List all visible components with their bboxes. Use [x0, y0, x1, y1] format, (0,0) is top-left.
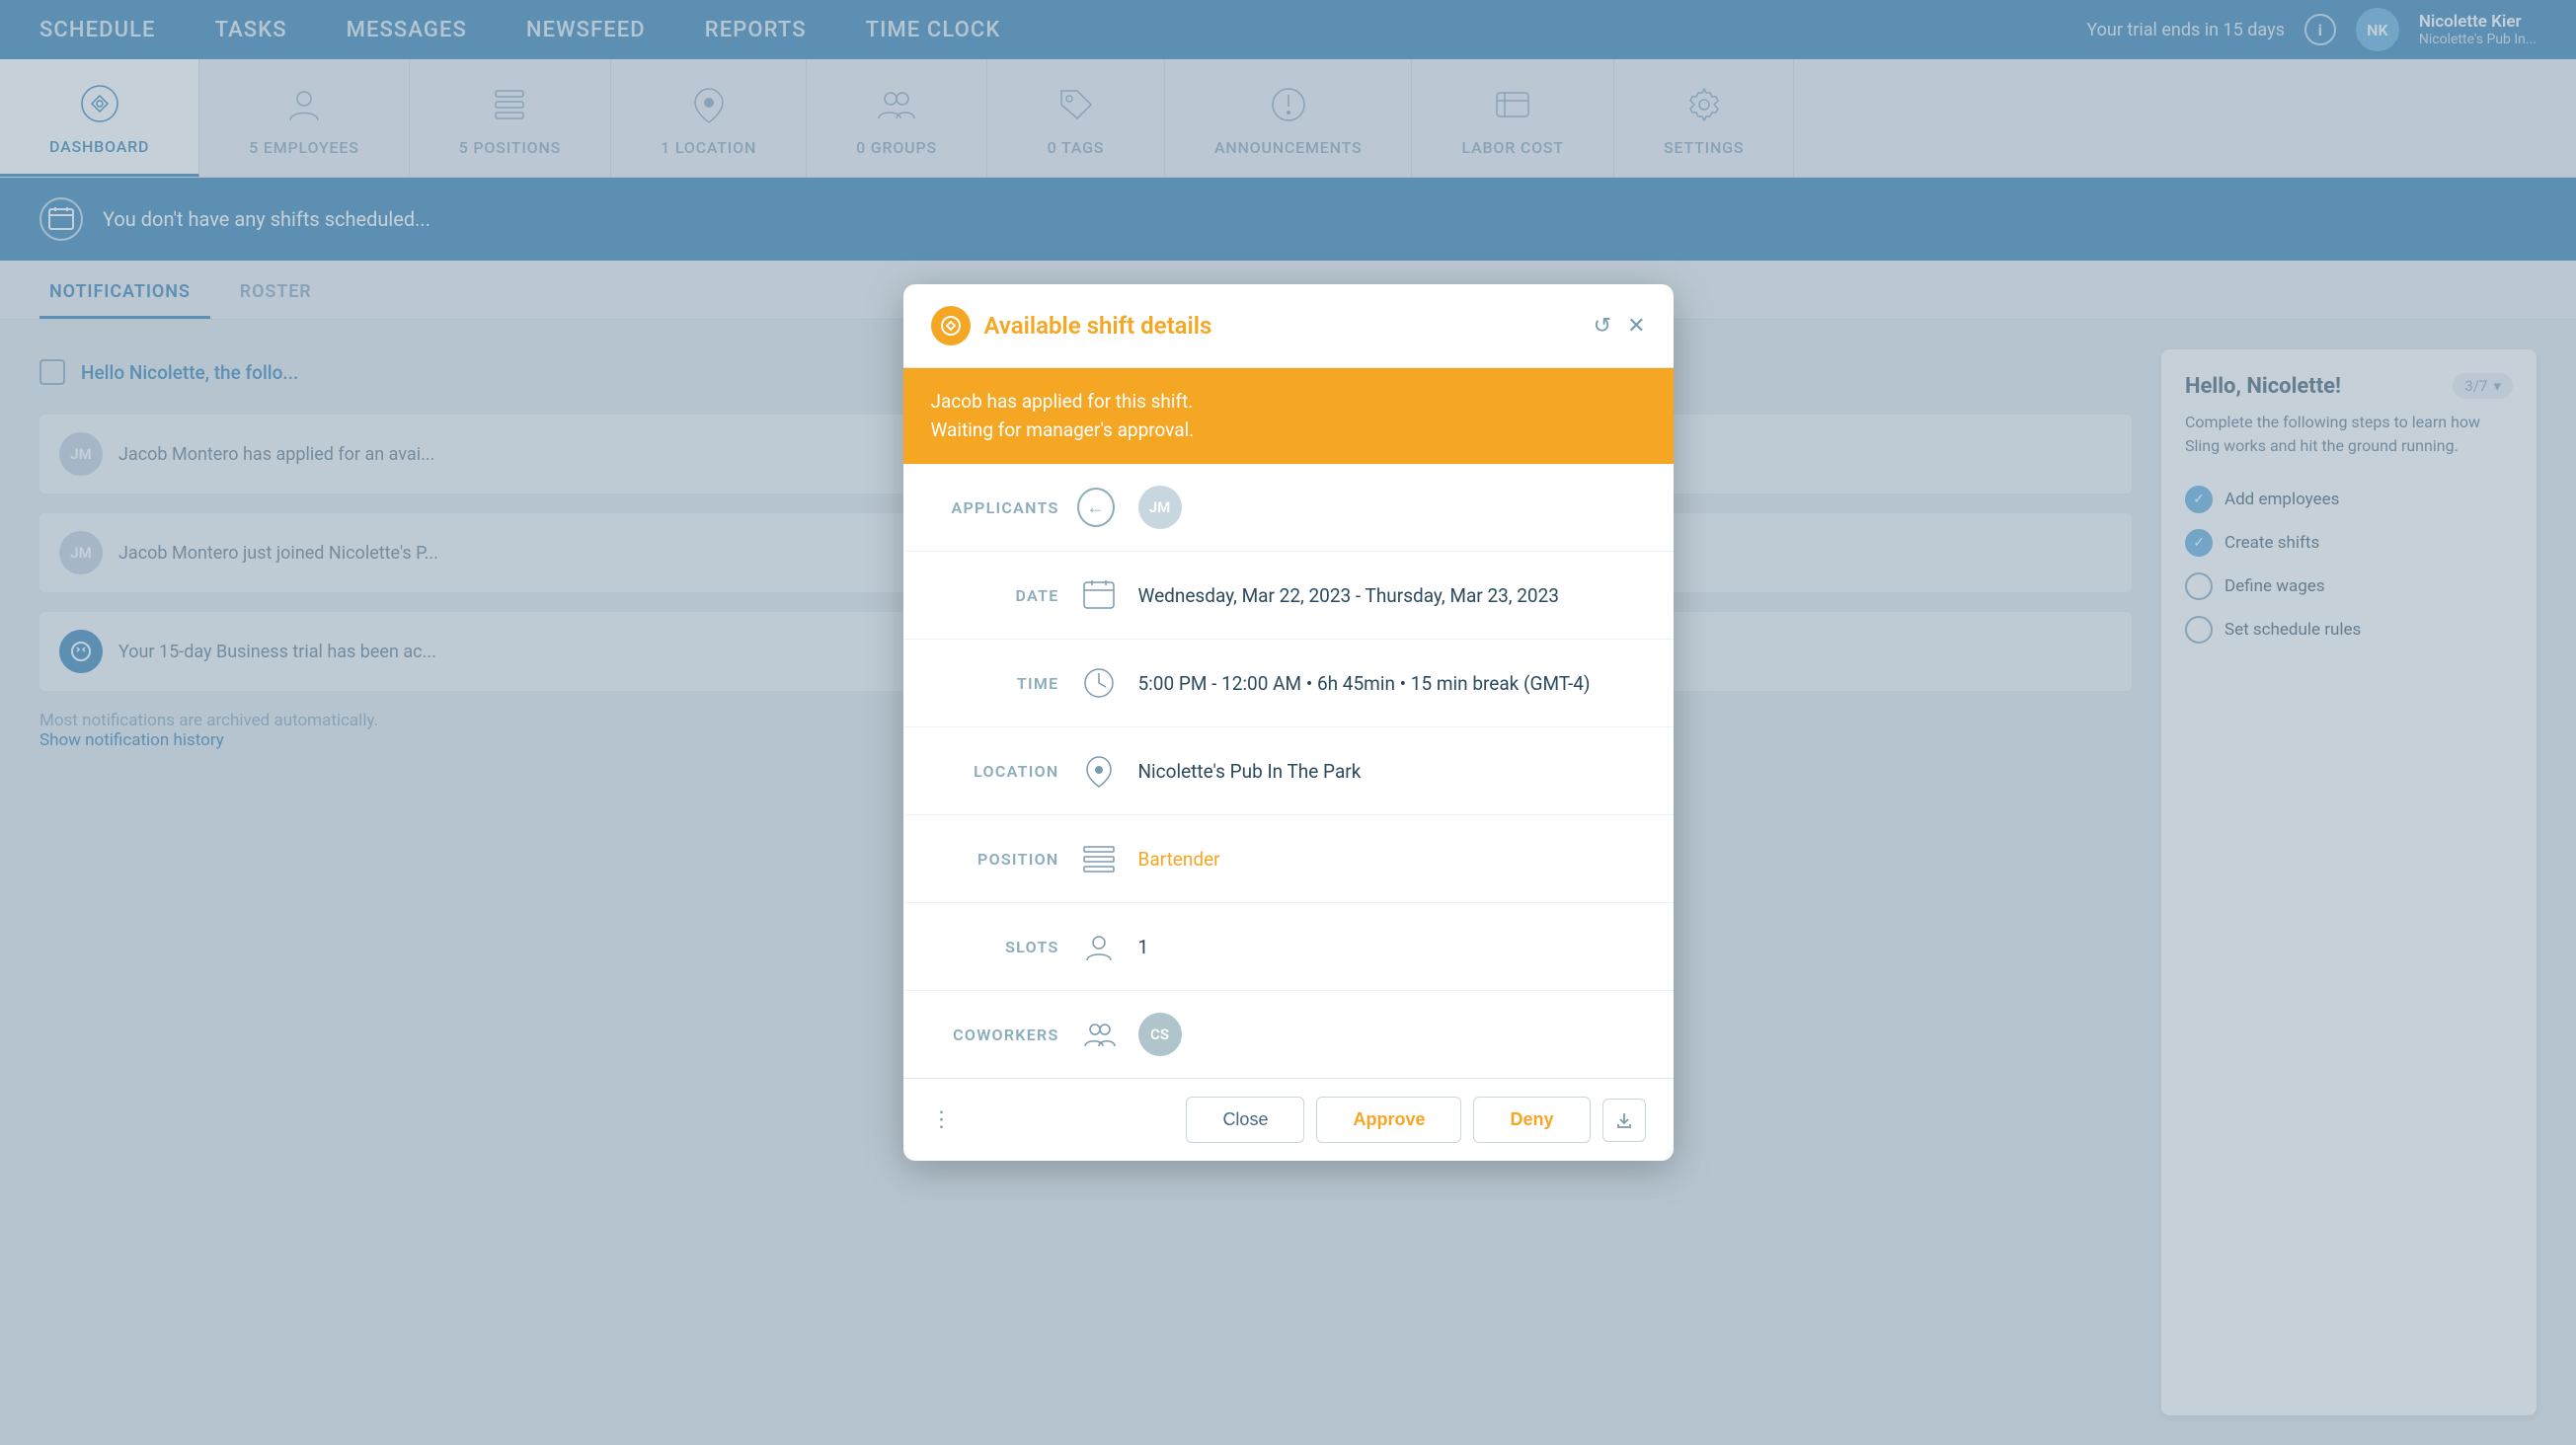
location-icon	[1077, 749, 1121, 793]
position-value: Bartender	[1138, 848, 1646, 871]
modal-row-date: DATE Wednesday, Mar 22, 2023 - Thursday,…	[903, 552, 1674, 640]
time-icon	[1077, 661, 1121, 705]
close-icon[interactable]: ✕	[1627, 314, 1645, 339]
modal-header-actions: ↺ ✕	[1594, 314, 1646, 339]
alert-line2: Waiting for manager's approval.	[931, 417, 1646, 445]
modal-row-position: POSITION Bartender	[903, 815, 1674, 903]
more-options-icon[interactable]: ⋮	[931, 1107, 953, 1132]
modal-footer: ⋮ Close Approve Deny	[903, 1078, 1674, 1161]
time-value: 5:00 PM - 12:00 AM • 6h 45min • 15 min b…	[1138, 672, 1646, 695]
approve-button[interactable]: Approve	[1316, 1097, 1461, 1143]
alert-line1: Jacob has applied for this shift.	[931, 388, 1646, 417]
shift-details-modal: Available shift details ↺ ✕ Jacob has ap…	[903, 284, 1674, 1161]
applicant-back-icon[interactable]: ←	[1077, 488, 1115, 527]
position-icon	[1077, 837, 1121, 880]
modal-body: APPLICANTS ← JM DATE Wednesday, Mar 22, …	[903, 464, 1674, 1078]
modal-header: Available shift details ↺ ✕	[903, 284, 1674, 368]
modal-row-slots: SLOTS 1	[903, 903, 1674, 991]
applicants-content: JM	[1138, 486, 1646, 529]
modal-row-applicants: APPLICANTS ← JM	[903, 464, 1674, 552]
close-button[interactable]: Close	[1186, 1097, 1304, 1143]
coworkers-label: COWORKERS	[931, 1026, 1059, 1044]
date-label: DATE	[931, 586, 1059, 605]
time-label: TIME	[931, 674, 1059, 693]
history-icon[interactable]: ↺	[1594, 314, 1611, 339]
modal-title-icon	[931, 306, 971, 345]
coworker-avatar: CS	[1138, 1013, 1182, 1056]
position-label: POSITION	[931, 850, 1059, 869]
modal-overlay[interactable]: Available shift details ↺ ✕ Jacob has ap…	[0, 0, 2576, 1445]
modal-row-time: TIME 5:00 PM - 12:00 AM • 6h 45min • 15 …	[903, 640, 1674, 727]
location-value: Nicolette's Pub In The Park	[1138, 760, 1646, 783]
deny-button[interactable]: Deny	[1473, 1097, 1590, 1143]
modal-alert-banner: Jacob has applied for this shift. Waitin…	[903, 368, 1674, 464]
date-icon	[1077, 573, 1121, 617]
slots-value: 1	[1138, 936, 1646, 958]
applicant-avatar[interactable]: JM	[1138, 486, 1182, 529]
coworkers-content: CS	[1138, 1013, 1646, 1056]
modal-title: Available shift details	[984, 312, 1580, 340]
modal-row-location: LOCATION Nicolette's Pub In The Park	[903, 727, 1674, 815]
slots-label: SLOTS	[931, 938, 1059, 956]
applicants-icon: ←	[1077, 486, 1121, 529]
location-label: LOCATION	[931, 762, 1059, 781]
modal-row-coworkers: COWORKERS CS	[903, 991, 1674, 1078]
coworkers-icon	[1077, 1013, 1121, 1056]
export-button[interactable]	[1602, 1099, 1646, 1142]
slots-icon	[1077, 925, 1121, 968]
date-value: Wednesday, Mar 22, 2023 - Thursday, Mar …	[1138, 584, 1646, 607]
applicants-label: APPLICANTS	[931, 498, 1059, 517]
